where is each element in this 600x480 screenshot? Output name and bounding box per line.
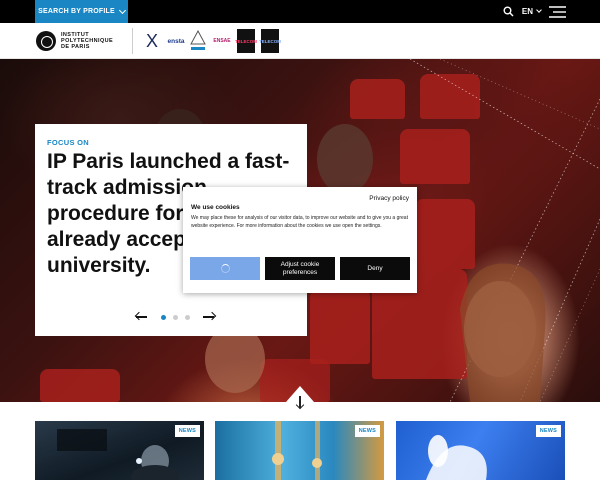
carousel-next-arrow-icon[interactable]	[202, 311, 217, 322]
news-badge: NEWS	[354, 425, 380, 437]
carousel-controls	[134, 311, 217, 322]
carousel-dot-2[interactable]	[173, 314, 178, 320]
telecom-paris-logo[interactable]: TELECOM	[235, 29, 257, 53]
carousel-dot-1[interactable]	[161, 314, 166, 320]
chevron-down-icon	[536, 7, 542, 13]
cookie-dialog-body: We may place these for analysis of our v…	[191, 215, 408, 229]
ponts-triangle-icon	[190, 30, 206, 50]
cookie-dialog-title: We use cookies	[191, 204, 240, 211]
ensae-logo[interactable]: ENSAE	[211, 29, 233, 53]
carousel-dots	[161, 314, 190, 320]
language-selector[interactable]: EN	[521, 7, 542, 16]
news-badge: NEWS	[174, 425, 200, 437]
loading-spinner-icon	[220, 264, 230, 273]
logo-bar: INSTITUT POLYTECHNIQUE DE PARIS X ensta …	[0, 23, 600, 59]
adjust-cookie-preferences-button[interactable]: Adjust cookie preferences	[265, 257, 335, 280]
news-card[interactable]: NEWS	[215, 421, 384, 480]
ip-paris-logo[interactable]: INSTITUT POLYTECHNIQUE DE PARIS	[36, 31, 113, 51]
ip-paris-logo-text: INSTITUT POLYTECHNIQUE DE PARIS	[61, 31, 114, 51]
chevron-down-icon	[118, 6, 126, 14]
ensta-logo[interactable]: ensta	[165, 29, 187, 53]
search-by-profile-label: SEARCH BY PROFILE	[38, 8, 115, 15]
logo-divider	[132, 28, 133, 54]
top-right-controls: EN	[503, 0, 566, 23]
carousel-dot-3[interactable]	[185, 314, 190, 320]
privacy-policy-link[interactable]: Privacy policy	[369, 195, 409, 202]
ip-paris-emblem-icon	[36, 31, 56, 51]
ecole-des-ponts-logo[interactable]	[189, 29, 207, 53]
polytechnique-logo[interactable]: X	[142, 29, 162, 53]
cookie-consent-dialog: Privacy policy We use cookies We may pla…	[183, 187, 417, 293]
language-label: EN	[521, 7, 533, 16]
top-bar: SEARCH BY PROFILE EN	[0, 0, 600, 23]
story-kicker: FOCUS ON	[47, 138, 89, 147]
news-badge: NEWS	[535, 425, 561, 437]
telecom-sudparis-logo[interactable]: TELECOM	[259, 29, 281, 53]
carousel-prev-arrow-icon[interactable]	[134, 311, 149, 322]
deny-cookies-button[interactable]: Deny	[340, 257, 410, 280]
search-icon[interactable]	[503, 6, 514, 17]
news-card[interactable]: NEWS	[396, 421, 565, 480]
accept-cookies-button[interactable]	[190, 257, 260, 280]
menu-icon[interactable]	[549, 5, 566, 18]
search-by-profile-button[interactable]: SEARCH BY PROFILE	[35, 0, 128, 23]
scroll-down-button[interactable]	[286, 386, 314, 414]
news-card[interactable]: NEWS	[35, 421, 204, 480]
